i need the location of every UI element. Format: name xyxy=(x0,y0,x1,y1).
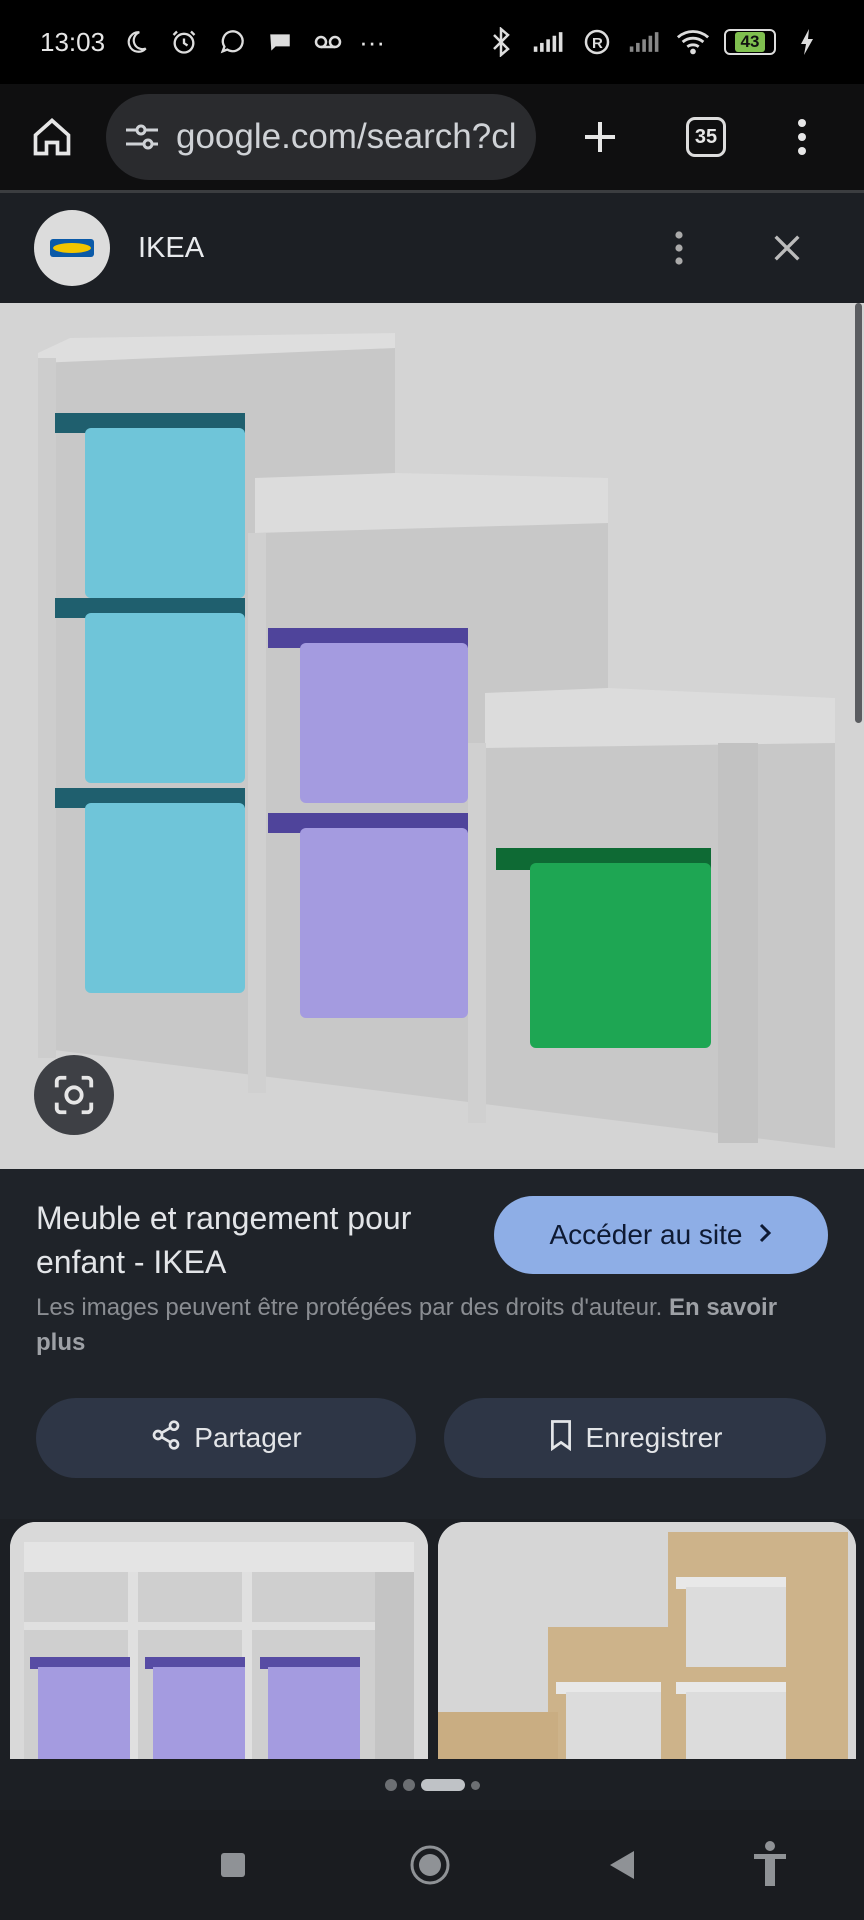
share-label: Partager xyxy=(194,1422,302,1453)
related-image-2[interactable] xyxy=(438,1522,856,1759)
moon-icon xyxy=(119,25,153,59)
tab-switcher-icon[interactable]: 35 xyxy=(676,107,736,167)
save-button[interactable]: Enregistrer xyxy=(444,1398,826,1478)
svg-text:R: R xyxy=(592,35,603,52)
lens-icon[interactable] xyxy=(34,1055,114,1135)
white-storage-thumbnail xyxy=(10,1522,428,1759)
close-icon[interactable] xyxy=(762,218,812,278)
carousel-dot[interactable] xyxy=(402,1779,415,1791)
related-images xyxy=(0,1519,864,1759)
image-viewer-header: IKEA xyxy=(0,193,864,303)
nav-home-icon[interactable] xyxy=(405,1840,455,1890)
more-notifications: ··· xyxy=(359,26,386,57)
storage-unit-illustration xyxy=(0,303,864,1169)
home-icon[interactable] xyxy=(20,105,84,169)
share-button[interactable]: Partager xyxy=(36,1398,416,1478)
ikea-logo-icon xyxy=(50,239,94,257)
site-logo[interactable] xyxy=(34,210,110,286)
url-text[interactable]: google.com/search?client xyxy=(176,117,518,157)
accessibility-icon[interactable] xyxy=(748,1838,792,1890)
nav-back-icon[interactable] xyxy=(601,1843,641,1887)
pine-storage-thumbnail xyxy=(438,1522,856,1759)
bookmark-icon xyxy=(548,1419,574,1458)
bluetooth-icon xyxy=(484,25,518,59)
tab-count[interactable]: 35 xyxy=(686,117,726,157)
scrollbar[interactable] xyxy=(855,303,862,723)
result-title[interactable]: Meuble et rangement pour enfant - IKEA xyxy=(36,1196,456,1284)
share-icon xyxy=(150,1419,182,1458)
alarm-icon xyxy=(167,25,201,59)
new-tab-icon[interactable] xyxy=(570,107,630,167)
status-left: 13:03 ··· xyxy=(40,25,385,59)
more-vert-icon[interactable] xyxy=(664,218,694,278)
status-bar: 13:03 ··· R 43 xyxy=(0,0,864,84)
signal-2-icon xyxy=(628,25,662,59)
status-right: R 43 xyxy=(484,25,824,59)
chat-icon xyxy=(263,25,297,59)
battery-indicator: 43 xyxy=(724,29,776,55)
visit-site-label: Accéder au site xyxy=(549,1219,743,1250)
carousel-dot[interactable] xyxy=(470,1780,480,1790)
system-nav-bar xyxy=(0,1810,864,1920)
signal-icon xyxy=(532,25,566,59)
site-info-icon[interactable] xyxy=(124,122,160,152)
chevron-right-icon xyxy=(757,1219,773,1251)
related-image-1[interactable] xyxy=(10,1522,428,1759)
voicemail-icon xyxy=(311,25,345,59)
carousel-dot-active[interactable] xyxy=(420,1779,465,1791)
site-name[interactable]: IKEA xyxy=(138,232,204,265)
wifi-icon xyxy=(676,25,710,59)
browser-toolbar: google.com/search?client 35 xyxy=(0,84,864,190)
carousel-indicator xyxy=(0,1760,864,1810)
product-image[interactable] xyxy=(0,303,864,1169)
url-bar[interactable]: google.com/search?client xyxy=(106,94,536,180)
battery-level: 43 xyxy=(734,32,766,52)
status-time: 13:03 xyxy=(40,26,106,57)
nav-recents-icon[interactable] xyxy=(213,1845,253,1885)
copyright-notice: Les images peuvent être protégées par de… xyxy=(36,1290,826,1360)
visit-site-button[interactable]: Accéder au site xyxy=(494,1196,828,1274)
whatsapp-icon xyxy=(215,25,249,59)
charging-icon xyxy=(790,25,824,59)
copyright-text: Les images peuvent être protégées par de… xyxy=(36,1294,663,1321)
carousel-dot[interactable] xyxy=(384,1779,397,1791)
more-vert-icon[interactable] xyxy=(782,107,822,167)
save-label: Enregistrer xyxy=(585,1422,723,1453)
roaming-icon: R xyxy=(580,25,614,59)
